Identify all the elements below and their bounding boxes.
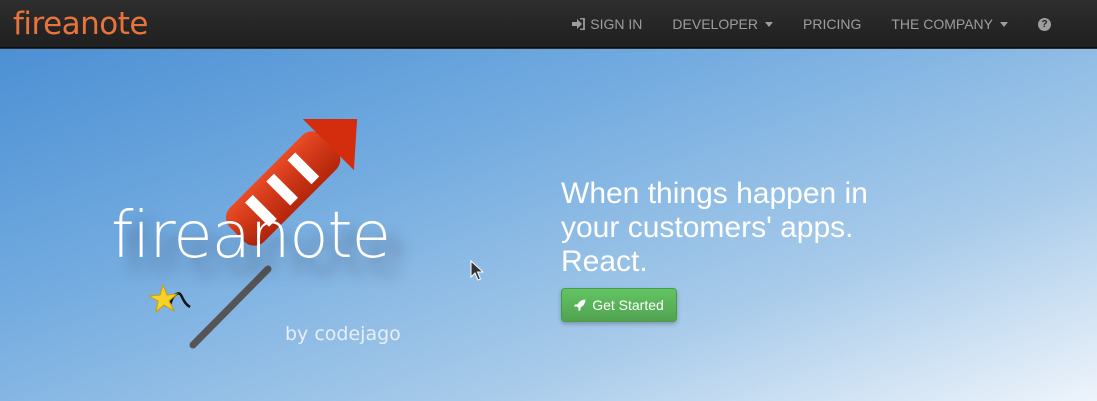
hero-logo: fireanote by codejago (105, 119, 405, 359)
nav-sign-in-label: SIGN IN (590, 16, 643, 32)
nav-pricing[interactable]: PRICING (788, 0, 876, 48)
nav-sign-in[interactable]: SIGN IN (557, 0, 657, 48)
nav-menu: SIGN IN DEVELOPER PRICING THE COMPANY ? (557, 0, 1097, 48)
get-started-button[interactable]: Get Started (561, 288, 677, 322)
nav-developer-label: DEVELOPER (672, 16, 759, 32)
hero-headline: When things happen in your customers' ap… (561, 177, 868, 278)
nav-developer-dropdown[interactable]: DEVELOPER (657, 0, 788, 48)
top-navbar: fireanote SIGN IN DEVELOPER PRICING THE … (0, 0, 1097, 48)
get-started-label: Get Started (592, 297, 664, 313)
nav-pricing-label: PRICING (803, 16, 862, 32)
hero-logo-text: fireanote (111, 199, 391, 273)
caret-down-icon (1000, 21, 1008, 27)
question-circle-icon: ? (1038, 17, 1051, 31)
sign-in-icon (572, 18, 586, 30)
hero-section: fireanote by codejago When things happen… (0, 49, 1097, 401)
rocket-icon (574, 299, 586, 311)
hero-byline: by codejago (285, 323, 401, 345)
brand-logo-link[interactable]: fireanote (13, 6, 149, 42)
mouse-cursor-icon (470, 260, 484, 281)
nav-help[interactable]: ? (1023, 0, 1097, 48)
caret-down-icon (765, 21, 774, 27)
nav-company-label: THE COMPANY (891, 16, 993, 32)
nav-company-dropdown[interactable]: THE COMPANY (876, 0, 1023, 48)
